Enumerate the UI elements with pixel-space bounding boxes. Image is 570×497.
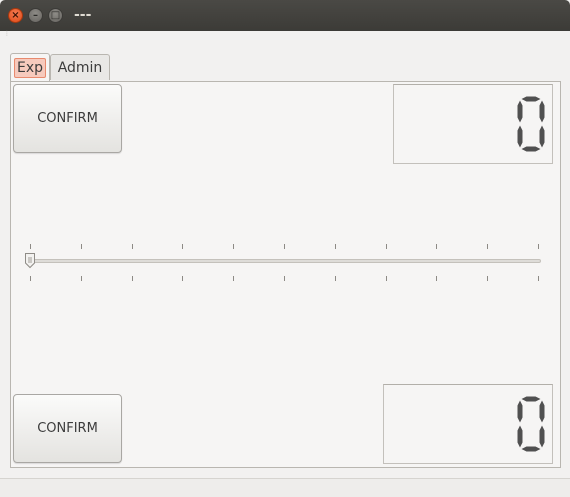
close-window-button[interactable]: ×	[8, 8, 23, 23]
lcd-segment	[539, 400, 545, 423]
slider-tick	[436, 276, 438, 281]
lcd-display-top	[393, 84, 553, 164]
lcd-segment	[521, 446, 541, 452]
slider-ticks-top	[25, 244, 545, 249]
slider-tick	[487, 244, 489, 249]
slider-tick	[284, 244, 285, 249]
lcd-segment	[517, 400, 523, 423]
lcd-digits-top	[517, 96, 545, 152]
minimize-window-button[interactable]: –	[28, 8, 43, 23]
slider-tick	[80, 244, 82, 249]
lcd-segment	[539, 100, 545, 123]
lcd-segment	[521, 96, 541, 102]
lcd-digits-bottom	[517, 396, 545, 452]
minimize-icon: –	[33, 9, 38, 21]
slider-tick	[30, 276, 31, 281]
slider-tick	[487, 276, 489, 281]
lcd-segment	[517, 125, 523, 148]
slider-tick	[385, 276, 387, 281]
window-title: ---	[74, 7, 92, 23]
tab-exp[interactable]: Exp	[10, 53, 50, 81]
tab-admin-label: Admin	[57, 59, 103, 76]
lcd-segment	[539, 425, 545, 448]
exp-tab-panel: CONFIRM CONFIRM	[10, 81, 561, 468]
confirm-button-bottom[interactable]: CONFIRM	[13, 394, 122, 463]
lcd-segment	[539, 125, 545, 148]
confirm-button-top[interactable]: CONFIRM	[13, 84, 122, 153]
maximize-icon: □	[50, 9, 61, 21]
lcd-segment	[521, 396, 541, 402]
lcd-segment	[517, 425, 523, 448]
app-window: × – □ --- ⋮ Exp Admin CONFIRM CONFIRM	[0, 0, 570, 497]
slider-tick	[436, 244, 438, 249]
tab-admin[interactable]: Admin	[50, 54, 110, 80]
lcd-display-bottom	[383, 384, 553, 464]
slider-groove[interactable]	[29, 259, 541, 263]
status-bar	[0, 478, 570, 497]
slider-tick	[30, 244, 31, 249]
slider-tick	[538, 244, 539, 249]
tab-exp-label: Exp	[13, 57, 47, 78]
slider-tick	[538, 276, 539, 281]
slider-tick	[182, 276, 184, 281]
slider-tick	[131, 276, 133, 281]
slider-ticks-bottom	[25, 276, 545, 281]
value-slider[interactable]	[25, 240, 545, 284]
close-icon: ×	[11, 9, 20, 21]
title-bar[interactable]: × – □ ---	[0, 0, 570, 31]
maximize-window-button[interactable]: □	[48, 8, 63, 23]
slider-tick	[233, 244, 235, 249]
slider-tick	[334, 276, 336, 281]
slider-handle[interactable]	[24, 252, 36, 269]
slider-tick	[233, 276, 235, 281]
lcd-segment	[521, 146, 541, 152]
slider-tick	[80, 276, 82, 281]
slider-tick	[385, 244, 387, 249]
grip-handle-icon[interactable]: ⋮	[4, 31, 10, 41]
slider-tick	[334, 244, 336, 249]
slider-tick	[131, 244, 133, 249]
slider-tick	[284, 276, 285, 281]
slider-tick	[182, 244, 184, 249]
lcd-segment	[517, 100, 523, 123]
